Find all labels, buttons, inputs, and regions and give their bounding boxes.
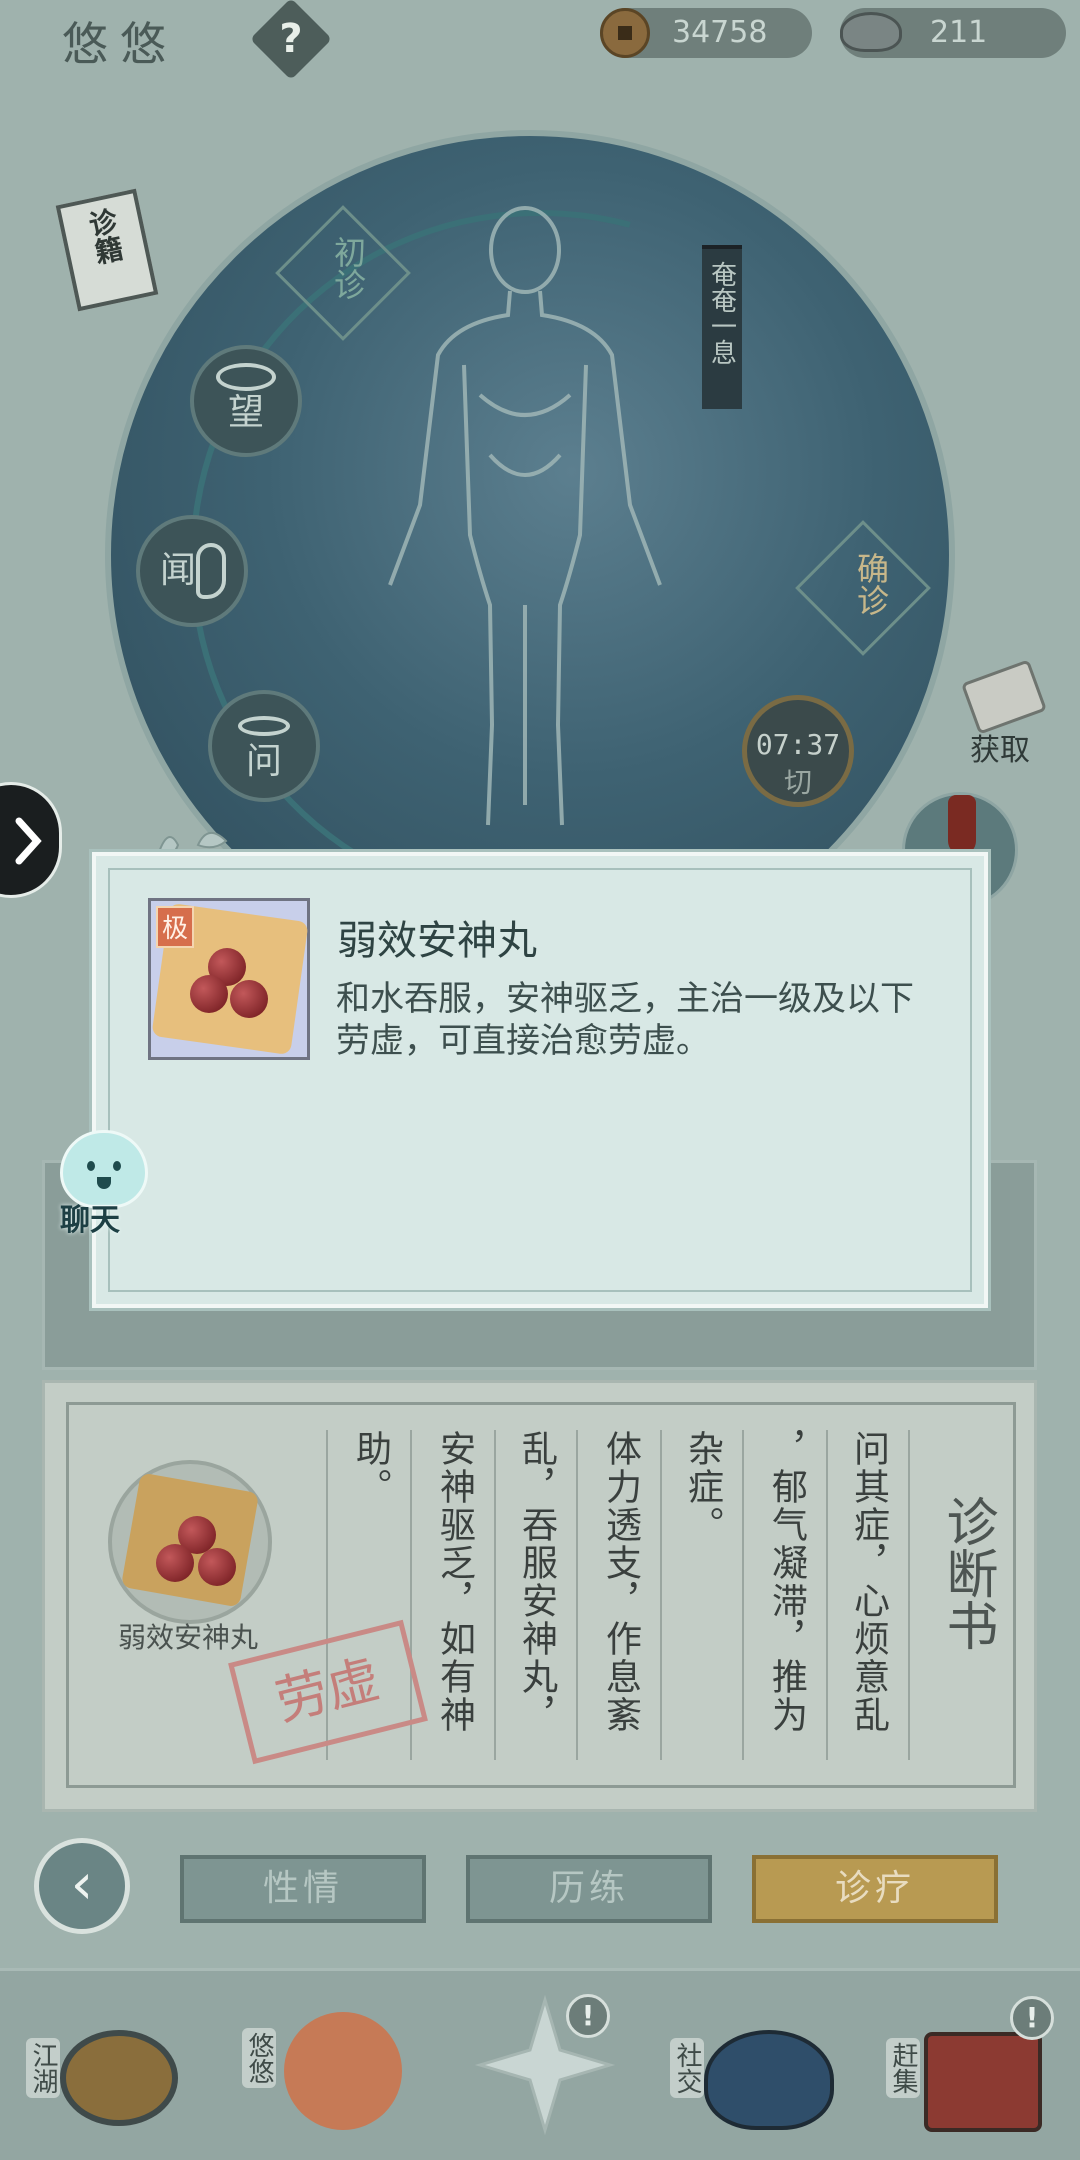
listen-button[interactable]: 闻 [136, 515, 248, 627]
item-name: 弱效安神丸 [337, 918, 537, 964]
pill-icon [190, 975, 228, 1013]
report-title: 诊断书 [937, 1495, 997, 1651]
nav-jianghu[interactable]: 江湖 [20, 1990, 190, 2150]
nav-jianghu-label: 江湖 [26, 2038, 60, 2098]
tab-training[interactable]: 历练 [466, 1855, 712, 1923]
medicine-name: 弱效安神丸 [118, 1621, 259, 1654]
ear-icon [196, 543, 226, 599]
basket-icon [924, 2032, 1042, 2132]
coin-hole [618, 26, 632, 40]
first-visit-label: 初诊 [329, 236, 367, 300]
report-column: 助。 [350, 1430, 391, 1506]
column-divider [742, 1430, 744, 1760]
nav-market[interactable]: 赶集 ! [880, 1990, 1054, 2150]
medical-book-label: 诊籍 [82, 205, 127, 268]
nav-market-label: 赶集 [886, 2038, 920, 2098]
column-divider [908, 1430, 910, 1760]
pulse-label: 切 [783, 766, 812, 799]
get-button-label[interactable]: 获取 [970, 725, 1030, 769]
condition-label: 奄奄一息 [706, 261, 737, 365]
silver-ingot-icon [840, 12, 902, 52]
report-column: 体力透支，作息紊 [600, 1430, 641, 1734]
report-column: 杂症。 [682, 1430, 723, 1544]
alert-badge: ! [566, 1994, 610, 2038]
tab-temperament[interactable]: 性情 [180, 1855, 426, 1923]
column-divider [494, 1430, 496, 1760]
back-button[interactable]: ‹ [34, 1838, 130, 1934]
pill-icon [198, 1548, 236, 1586]
pill-icon [156, 1544, 194, 1582]
report-column: ，郁气凝滞，推为 [766, 1430, 807, 1734]
ask-button[interactable]: 问 [208, 690, 320, 802]
listen-label: 闻 [160, 550, 197, 591]
nav-social[interactable]: 社交 [664, 1990, 834, 2150]
column-divider [660, 1430, 662, 1760]
condition-banner: 奄奄一息 [702, 245, 742, 409]
character-name: 悠悠 [62, 17, 178, 71]
mouth-icon [238, 716, 290, 736]
tab-treatment[interactable]: 诊疗 [752, 1855, 998, 1923]
timer-value: 07:37 [755, 728, 841, 761]
ask-label: 问 [245, 741, 282, 782]
prescribed-medicine-icon [108, 1460, 272, 1624]
nav-youyou[interactable]: 悠悠 [236, 1990, 406, 2150]
look-label: 望 [227, 392, 264, 433]
report-column: 安神驱乏，如有神 [434, 1430, 475, 1734]
look-button[interactable]: 望 [190, 345, 302, 457]
mascot-eye [113, 1161, 121, 1171]
ingot-amount: 211 [930, 15, 988, 50]
pulse-timer-button[interactable]: 07:37 切 [742, 695, 854, 807]
medical-book-button[interactable]: 诊籍 [55, 188, 159, 312]
confirm-label[interactable]: 确诊 [848, 552, 894, 616]
nav-home[interactable]: ! [460, 1990, 630, 2150]
chat-button-label[interactable]: 聊天 [60, 1195, 120, 1239]
report-column: 乱，吞服安神丸， [516, 1430, 557, 1734]
column-divider [826, 1430, 828, 1760]
nav-youyou-label: 悠悠 [242, 2028, 276, 2088]
help-button[interactable]: ? [262, 10, 320, 68]
scroll-icon[interactable] [960, 659, 1048, 735]
bell-icon [60, 2030, 178, 2126]
human-body-figure [388, 206, 662, 826]
red-vase-icon [948, 795, 976, 855]
coin-amount: 34758 [672, 15, 768, 50]
alert-badge: ! [1010, 1996, 1054, 2040]
chevron-right-icon [15, 817, 42, 865]
copper-coin-icon [600, 8, 650, 58]
item-description: 和水吞服，安神驱乏，主治一级及以下劳虚，可直接治愈劳虚。 [336, 979, 914, 1061]
nav-social-label: 社交 [670, 2038, 704, 2098]
swallow-icon [284, 2012, 402, 2130]
eye-icon [216, 363, 276, 391]
quality-badge: 极 [156, 906, 194, 948]
expand-side-panel-button[interactable] [0, 782, 62, 898]
report-column: 问其症，心烦意乱 [848, 1430, 889, 1734]
pill-icon [230, 980, 268, 1018]
column-divider [576, 1430, 578, 1760]
wave-icon [704, 2030, 834, 2130]
mascot-eye [87, 1161, 95, 1171]
mascot-mouth [97, 1177, 111, 1189]
